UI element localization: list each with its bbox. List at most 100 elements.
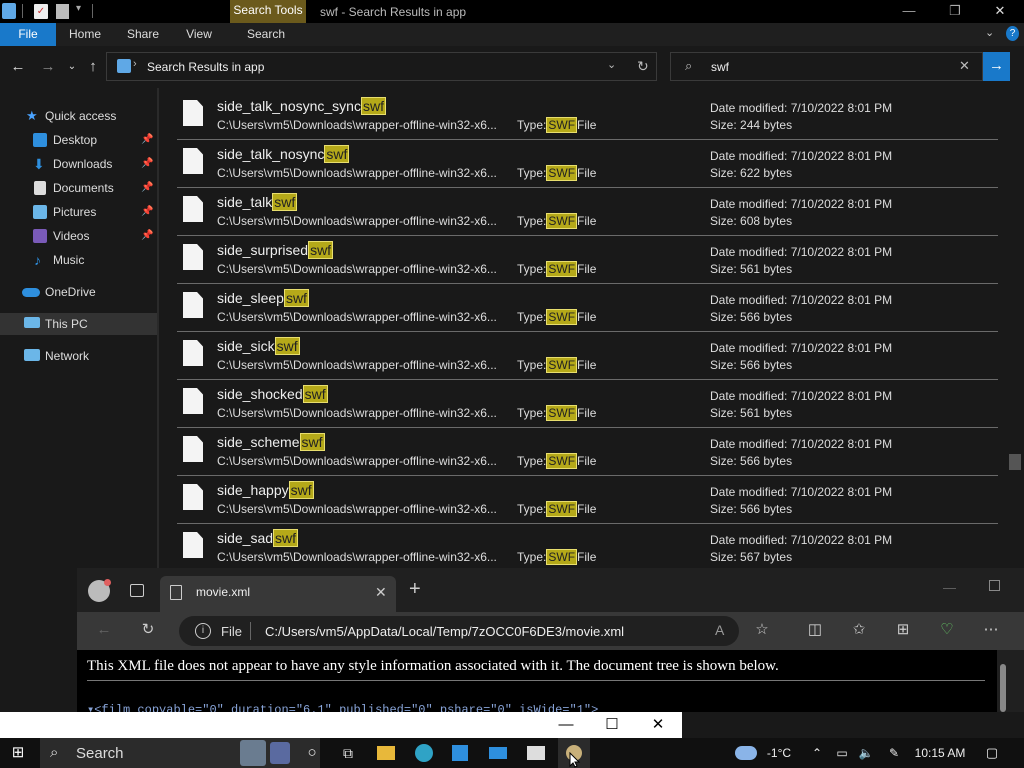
browser-scrollbar[interactable] [997, 650, 1009, 712]
date-modified: Date modified: 7/10/2022 8:01 PM [710, 389, 893, 403]
file-row[interactable]: side_sick swf C:\Users\vm5\Downloads\wrapp… [177, 332, 998, 380]
read-aloud-icon[interactable]: A [715, 622, 724, 638]
favorites-icon[interactable]: ✩ [848, 619, 870, 641]
scrollbar-thumb[interactable] [1000, 664, 1006, 712]
cortana-icon[interactable]: ○ [300, 738, 324, 768]
pin-icon: 📌 [141, 206, 154, 217]
pin-icon: 📌 [141, 182, 154, 193]
close-button[interactable]: ✕ [977, 0, 1023, 23]
clock[interactable]: 10:15 AM [910, 738, 970, 768]
forward-button[interactable]: → [38, 57, 58, 77]
mouse-cursor [569, 752, 581, 768]
tab-actions-icon[interactable] [130, 584, 144, 597]
search-go-button[interactable]: → [983, 52, 1010, 81]
mail-taskbar-icon[interactable] [486, 738, 510, 768]
back-button[interactable]: ← [8, 57, 28, 77]
tab-home[interactable]: Home [58, 23, 112, 46]
temperature[interactable]: -1°C [762, 738, 796, 768]
sidebar-item-downloads[interactable]: ⬇ Downloads 📌 [0, 153, 157, 175]
split-screen-icon[interactable]: ◫ [804, 619, 826, 641]
file-row[interactable]: side_surprised swf C:\Users\vm5\Downloads\… [177, 236, 998, 284]
sidebar-item-network[interactable]: Network [0, 345, 157, 367]
browser-essentials-icon[interactable]: ♡ [936, 619, 958, 641]
task-view-icon[interactable]: ⧉ [336, 738, 360, 768]
pen-icon[interactable]: ✎ [884, 738, 904, 768]
7zip-taskbar-icon[interactable] [524, 738, 548, 768]
file-row[interactable]: side_sad swf C:\Users\vm5\Downloads\wrappe… [177, 524, 998, 566]
address-dropdown-icon[interactable]: ⌄ [607, 58, 616, 71]
sidebar-item-pictures[interactable]: Pictures 📌 [0, 201, 157, 223]
download-arrow-icon: ⬇ [33, 156, 45, 172]
address-text: Search Results in app [147, 60, 265, 74]
sidebar-item-this-pc[interactable]: This PC [0, 313, 157, 335]
refresh-icon[interactable]: ↻ [137, 619, 159, 641]
search-input[interactable]: swf [711, 60, 729, 74]
results-scrollbar[interactable] [1008, 88, 1024, 568]
sidebar-item-label: This PC [45, 317, 88, 331]
tab-view[interactable]: View [172, 23, 226, 46]
more-menu-icon[interactable]: ⋯ [980, 619, 1002, 641]
file-type: Type: SWF File [517, 357, 597, 373]
edge-taskbar-icon[interactable] [412, 738, 436, 768]
ribbon-tabs: File Home Share View Search ⌄ ? [0, 23, 1024, 46]
favorite-star-icon[interactable]: ☆ [751, 619, 773, 641]
tab-movie-xml[interactable]: movie.xml ✕ [160, 576, 396, 612]
tab-search[interactable]: Search [236, 23, 296, 46]
url-bar[interactable]: i File C:/Users/vm5/AppData/Local/Temp/7… [179, 616, 739, 646]
network-tray-icon[interactable]: ▭ [832, 738, 852, 768]
windows-start-icon[interactable]: ⊞ [6, 738, 30, 768]
date-modified: Date modified: 7/10/2022 8:01 PM [710, 197, 893, 211]
back-icon[interactable]: ← [93, 619, 115, 641]
tab-file[interactable]: File [0, 23, 56, 46]
file-row[interactable]: side_shocked swf C:\Users\vm5\Downloads\wr… [177, 380, 998, 428]
scrollbar-thumb[interactable] [1009, 454, 1021, 470]
sidebar-item-desktop[interactable]: Desktop 📌 [0, 129, 157, 151]
browser-minimize-button[interactable]: — [943, 580, 956, 595]
clear-search-icon[interactable]: ✕ [959, 58, 970, 74]
maximize-button[interactable]: ❐ [932, 0, 978, 23]
minimize-button[interactable]: — [886, 0, 932, 23]
file-row[interactable]: side_talk swf C:\Users\vm5\Downloads\wrapp… [177, 188, 998, 236]
browser-maximize-button[interactable] [989, 580, 1000, 591]
new-tab-icon[interactable]: + [409, 578, 421, 601]
sidebar-item-videos[interactable]: Videos 📌 [0, 225, 157, 247]
minimize-button[interactable]: — [543, 714, 589, 736]
sidebar-item-onedrive[interactable]: OneDrive [0, 281, 157, 303]
notifications-icon[interactable]: ▢ [982, 738, 1002, 768]
search-box[interactable]: ⌕ swf ✕ [670, 52, 983, 81]
refresh-icon[interactable]: ↻ [637, 58, 649, 75]
info-icon[interactable]: i [195, 623, 211, 639]
url-text[interactable]: C:/Users/vm5/AppData/Local/Temp/7zOCC0F6… [265, 624, 624, 639]
maximize-button[interactable]: ☐ [589, 714, 635, 736]
qat-dropdown-icon[interactable]: ▾ [76, 3, 81, 14]
pane-divider[interactable] [157, 88, 159, 568]
file-row[interactable]: side_talk_nosync swf C:\Users\vm5\Download… [177, 140, 998, 188]
file-path: C:\Users\vm5\Downloads\wrapper-offline-w… [217, 454, 497, 468]
properties-icon[interactable]: ✓ [34, 4, 48, 19]
close-button[interactable]: ✕ [635, 714, 681, 736]
file-row[interactable]: side_happy swf C:\Users\vm5\Downloads\wrap… [177, 476, 998, 524]
file-row[interactable]: side_scheme swf C:\Users\vm5\Downloads\wra… [177, 428, 998, 476]
file-row[interactable]: side_sleep swf C:\Users\vm5\Downloads\wrap… [177, 284, 998, 332]
recent-locations-icon[interactable]: ⌄ [62, 57, 82, 77]
sidebar-item-music[interactable]: ♪ Music [0, 249, 157, 271]
tab-share[interactable]: Share [116, 23, 170, 46]
taskbar-search-box[interactable]: ⌕ Search [40, 738, 320, 768]
sidebar-item-documents[interactable]: Documents 📌 [0, 177, 157, 199]
volume-muted-icon[interactable]: 🔈 [856, 738, 876, 768]
chevron-up-icon[interactable]: ⌃ [808, 738, 826, 768]
collections-icon[interactable]: ⊞ [892, 619, 914, 641]
store-taskbar-icon[interactable] [448, 738, 472, 768]
file-icon [183, 484, 203, 510]
help-icon[interactable]: ? [1006, 26, 1019, 41]
chevron-down-icon[interactable]: ⌄ [985, 26, 994, 39]
weather-icon[interactable] [732, 738, 760, 768]
new-folder-icon[interactable] [56, 4, 69, 19]
file-row[interactable]: side_talk_nosync_sync swf C:\Users\vm5\Dow… [177, 92, 998, 140]
search-highlight-image [240, 740, 266, 766]
close-tab-icon[interactable]: ✕ [375, 584, 387, 601]
sidebar-item-quick-access[interactable]: ★ Quick access [0, 105, 157, 127]
up-button[interactable]: ↑ [83, 57, 103, 77]
address-bar[interactable]: › Search Results in app ⌄ ↻ [106, 52, 657, 81]
file-explorer-taskbar-icon[interactable] [374, 738, 398, 768]
